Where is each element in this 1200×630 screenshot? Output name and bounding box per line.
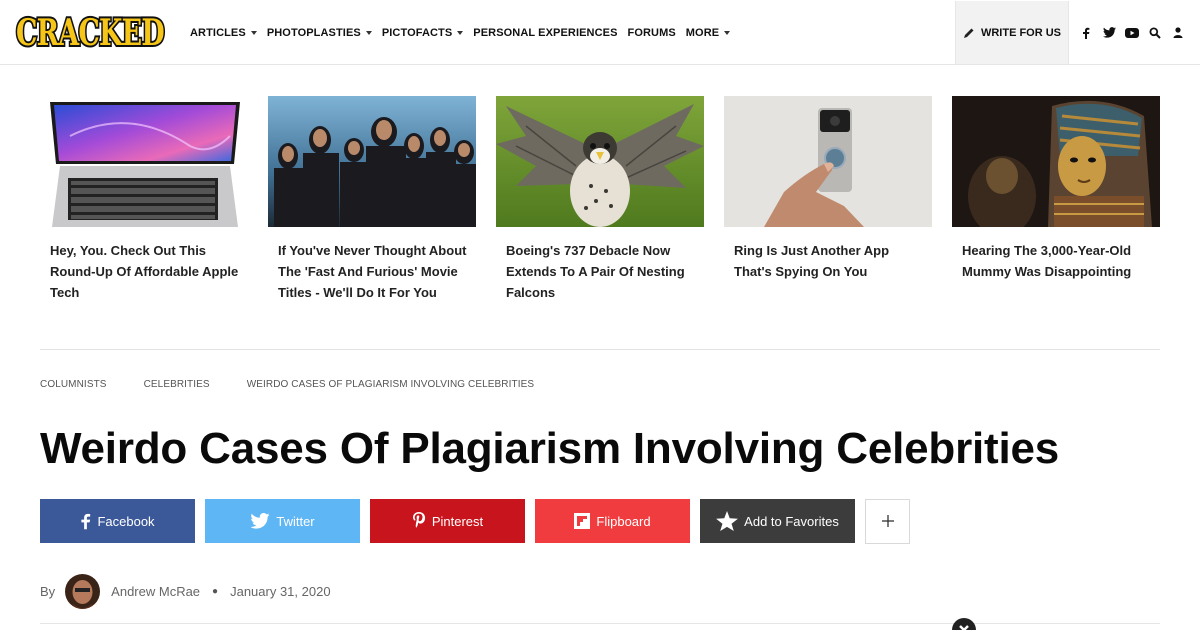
facebook-icon[interactable] [1075,22,1097,44]
main-nav: ARTICLES PHOTOPLASTIES PICTOFACTS PERSON… [190,0,740,65]
card-title[interactable]: Ring Is Just Another App That's Spying O… [724,240,932,282]
header-icons [1075,0,1190,65]
chevron-down-icon [365,30,372,35]
nav-label: PICTOFACTS [381,26,453,39]
nav-label: ARTICLES [190,26,246,39]
nav-pictofacts[interactable]: PICTOFACTS [381,26,464,39]
author-avatar[interactable] [65,574,101,609]
plus-icon [881,515,894,527]
section-divider [40,349,1160,350]
separator-dot: ● [212,586,219,597]
nav-personal-experiences[interactable]: PERSONAL EXPERIENCES [473,27,617,39]
twitter-icon[interactable] [1098,22,1120,44]
youtube-icon[interactable] [1121,22,1143,44]
by-label: By [40,584,56,599]
article-card[interactable]: If You've Never Thought About The 'Fast … [268,96,476,303]
pinterest-icon [412,512,425,528]
twitter-icon [250,513,270,529]
facebook-share-button[interactable]: Facebook [40,499,195,543]
nav-photoplasties[interactable]: PHOTOPLASTIES [267,27,372,39]
breadcrumb: COLUMNISTS CELEBRITIES WEIRDO CASES OF P… [40,379,571,390]
twitter-share-button[interactable]: Twitter [205,499,360,543]
pinterest-share-button[interactable]: Pinterest [370,499,525,543]
write-for-us-button[interactable]: WRITE FOR US [955,1,1069,64]
article-card[interactable]: Hey, You. Check Out This Round-Up Of Aff… [40,96,248,303]
add-to-favorites-label: Add to Favorites [744,513,839,529]
facebook-icon [81,513,91,530]
related-articles: Hey, You. Check Out This Round-Up Of Aff… [40,96,1160,326]
nav-label: PERSONAL EXPERIENCES [473,26,618,39]
publish-date: January 31, 2020 [230,584,331,599]
nav-forums[interactable]: FORUMS [628,27,676,39]
doorbell-image[interactable] [724,96,932,227]
close-icon[interactable] [952,618,976,630]
movie-cast-image[interactable] [268,96,476,227]
article-card[interactable]: Hearing The 3,000-Year-Old Mummy Was Dis… [952,96,1160,282]
chevron-down-icon [250,30,257,35]
search-icon[interactable] [1144,22,1166,44]
write-for-us-label: WRITE FOR US [980,26,1062,39]
laptop-image[interactable] [40,96,248,227]
byline: By Andrew McRae ● January 31, 2020 [40,574,331,609]
card-title[interactable]: Hearing The 3,000-Year-Old Mummy Was Dis… [952,240,1160,282]
pinterest-share-label: Pinterest [431,513,484,529]
flipboard-share-label: Flipboard [596,513,651,529]
twitter-share-label: Twitter [276,513,315,529]
breadcrumb-current[interactable]: WEIRDO CASES OF PLAGIARISM INVOLVING CEL… [247,379,534,390]
nav-label: MORE [685,26,720,39]
author-name[interactable]: Andrew McRae [111,584,200,599]
flipboard-icon [574,513,591,529]
article-card[interactable]: Boeing's 737 Debacle Now Extends To A Pa… [496,96,704,303]
star-icon [716,511,739,531]
chevron-down-icon [724,30,731,35]
card-title[interactable]: If You've Never Thought About The 'Fast … [268,240,476,303]
card-title[interactable]: Hey, You. Check Out This Round-Up Of Aff… [40,240,248,303]
article-card[interactable]: Ring Is Just Another App That's Spying O… [724,96,932,282]
nav-label: PHOTOPLASTIES [266,26,361,39]
facebook-share-label: Facebook [97,513,155,529]
nav-more[interactable]: MORE [685,26,731,39]
user-icon[interactable] [1167,22,1189,44]
mummy-image[interactable] [952,96,1160,227]
cracked-logo[interactable]: CRACKED [14,10,167,56]
card-title[interactable]: Boeing's 737 Debacle Now Extends To A Pa… [496,240,704,303]
svg-text:CRACKED: CRACKED [16,12,164,54]
share-bar: Facebook Twitter Pinterest Flipboard Add… [40,498,910,544]
article-title: Weirdo Cases Of Plagiarism Involving Cel… [40,424,1060,473]
add-to-favorites-button[interactable]: Add to Favorites [700,499,855,543]
breadcrumb-celebrities[interactable]: CELEBRITIES [144,379,210,390]
more-share-button[interactable] [865,498,910,544]
nav-label: FORUMS [627,26,676,39]
nav-articles[interactable]: ARTICLES [190,27,257,39]
falcon-image[interactable] [496,96,704,227]
breadcrumb-columnists[interactable]: COLUMNISTS [40,379,107,390]
byline-divider [40,623,1160,624]
pencil-icon [963,28,974,38]
flipboard-share-button[interactable]: Flipboard [535,499,690,543]
chevron-down-icon [457,30,464,35]
site-header: CRACKED ARTICLES PHOTOPLASTIES PICTOFACT… [0,0,1200,65]
